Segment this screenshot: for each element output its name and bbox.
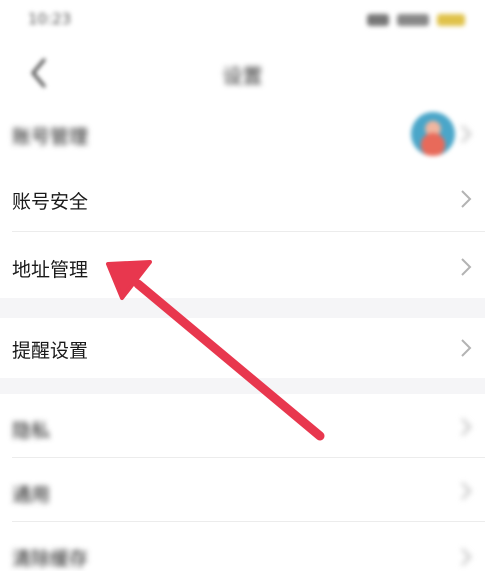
chevron-right-icon xyxy=(461,125,472,143)
status-icons xyxy=(367,12,467,28)
settings-item-address[interactable]: 地址管理 xyxy=(0,232,485,298)
chevron-right-icon xyxy=(461,190,472,208)
section-gap xyxy=(0,298,485,318)
settings-item-general[interactable]: 通用 xyxy=(0,458,485,522)
settings-item-clear-cache[interactable]: 清除缓存 xyxy=(0,522,485,571)
chevron-right-icon xyxy=(461,258,472,276)
chevron-right-icon xyxy=(461,482,472,500)
section-gap xyxy=(0,378,485,394)
chevron-right-icon xyxy=(461,548,472,566)
settings-item-privacy[interactable]: 隐私 xyxy=(0,394,485,458)
chevron-right-icon xyxy=(461,339,472,357)
nav-bar: 设置 xyxy=(0,42,485,102)
settings-item-label: 账号安全 xyxy=(12,191,89,213)
status-bar: 10:23 xyxy=(0,0,485,42)
chevron-right-icon xyxy=(461,418,472,436)
settings-item-label: 通用 xyxy=(12,484,51,506)
settings-item-label: 提醒设置 xyxy=(12,340,89,362)
settings-item-label: 账号管理 xyxy=(12,126,89,148)
avatar xyxy=(411,112,455,156)
signal-icon xyxy=(367,14,389,26)
network-icon xyxy=(397,14,429,26)
settings-item-label: 清除缓存 xyxy=(12,548,89,570)
settings-item-account[interactable]: 账号管理 xyxy=(0,102,485,166)
settings-item-label: 隐私 xyxy=(12,420,51,442)
settings-item-label: 地址管理 xyxy=(12,259,89,281)
page-title: 设置 xyxy=(222,64,263,88)
status-time: 10:23 xyxy=(28,10,72,28)
settings-item-account-security[interactable]: 账号安全 xyxy=(0,166,485,232)
battery-icon xyxy=(437,14,465,26)
settings-item-reminder[interactable]: 提醒设置 xyxy=(0,318,485,378)
